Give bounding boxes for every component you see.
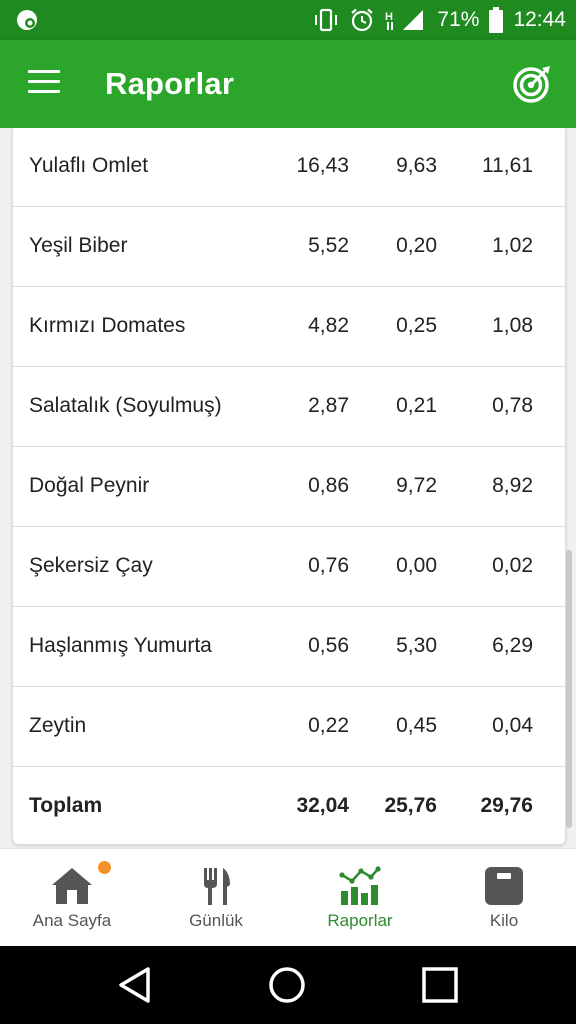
value-col-2: 0,21 [396,394,437,417]
bottom-navigation: Ana Sayfa Günlük Raporlar Kilo [0,848,576,947]
table-row: Haşlanmış Yumurta 0,56 5,30 6,29 [13,606,565,687]
vibrate-icon [313,8,339,32]
value-col-3: 6,29 [492,634,533,657]
value-col-1: 16,43 [296,154,349,177]
report-content[interactable]: Yulaflı Omlet 16,43 9,63 11,61 Yeşil Bib… [0,128,576,848]
menu-icon[interactable] [28,70,60,98]
scale-icon [485,867,523,905]
notification-dot [98,861,111,874]
value-col-1: 0,76 [308,554,349,577]
battery-percent: 71% [437,8,480,31]
svg-text:H: H [385,11,393,23]
target-icon[interactable] [512,64,552,104]
value-col-1: 2,87 [308,394,349,417]
clock: 12:44 [513,8,566,31]
food-name: Haşlanmış Yumurta [29,634,212,657]
value-col-2: 0,25 [396,314,437,337]
food-name: Doğal Peynir [29,474,150,497]
home-circle-icon[interactable] [266,964,308,1006]
nav-reports-label: Raporlar [327,911,393,930]
value-col-2: 5,30 [396,634,437,657]
nav-weight[interactable]: Kilo [432,849,576,947]
value-col-2: 0,20 [396,234,437,257]
nav-home[interactable]: Ana Sayfa [0,849,144,947]
value-col-1: 0,86 [308,474,349,497]
value-col-3: 0,04 [492,714,533,737]
value-col-1: 0,22 [308,714,349,737]
value-col-3: 1,02 [492,234,533,257]
value-col-1: 0,56 [308,634,349,657]
nav-reports[interactable]: Raporlar [288,849,432,947]
value-col-2: 0,45 [396,714,437,737]
food-name: Yeşil Biber [29,234,128,257]
value-col-2: 9,63 [396,154,437,177]
table-row: Kırmızı Domates 4,82 0,25 1,08 [13,286,565,367]
status-bar: H 71% 12:44 [0,0,576,40]
value-col-2: 9,72 [396,474,437,497]
table-row: Salatalık (Soyulmuş) 2,87 0,21 0,78 [13,366,565,447]
table-row: Yeşil Biber 5,52 0,20 1,02 [13,206,565,287]
fork-knife-icon [204,868,230,905]
value-col-3: 1,08 [492,314,533,337]
table-row: Şekersiz Çay 0,76 0,00 0,02 [13,526,565,607]
page-title: Raporlar [105,66,235,101]
scrollbar[interactable] [566,550,572,828]
report-chart-icon [339,866,381,905]
nav-home-label: Ana Sayfa [32,911,112,930]
total-label: Toplam [29,794,103,817]
battery-icon [489,7,504,33]
value-col-3: 0,78 [492,394,533,417]
total-col-1: 32,04 [296,794,349,817]
value-col-3: 11,61 [482,154,533,177]
recent-apps-icon[interactable] [419,964,461,1006]
value-col-1: 5,52 [308,234,349,257]
total-row: Toplam 32,04 25,76 29,76 [13,766,565,846]
table-row: Doğal Peynir 0,86 9,72 8,92 [13,446,565,527]
total-col-3: 29,76 [480,794,533,817]
nav-weight-label: Kilo [489,911,519,930]
table-row: Yulaflı Omlet 16,43 9,63 11,61 [13,128,565,207]
food-name: Şekersiz Çay [29,554,153,577]
total-col-2: 25,76 [384,794,437,817]
value-col-1: 4,82 [308,314,349,337]
food-name: Zeytin [29,714,87,737]
back-icon[interactable] [114,964,156,1006]
nutrition-table: Yulaflı Omlet 16,43 9,63 11,61 Yeşil Bib… [12,128,566,845]
value-col-3: 0,02 [492,554,533,577]
food-name: Salatalık (Soyulmuş) [29,394,222,417]
food-name: Yulaflı Omlet [29,154,149,177]
home-icon [52,868,92,904]
system-nav-bar [0,946,576,1024]
table-row: Zeytin 0,22 0,45 0,04 [13,686,565,767]
app-bar: Raporlar [0,40,576,128]
value-col-2: 0,00 [396,554,437,577]
nav-diary[interactable]: Günlük [144,849,288,947]
nav-diary-label: Günlük [189,911,243,930]
app-notification-icon [17,10,37,30]
alarm-icon [349,8,375,32]
signal-icon: H [385,8,427,32]
value-col-3: 8,92 [492,474,533,497]
food-name: Kırmızı Domates [29,314,186,337]
